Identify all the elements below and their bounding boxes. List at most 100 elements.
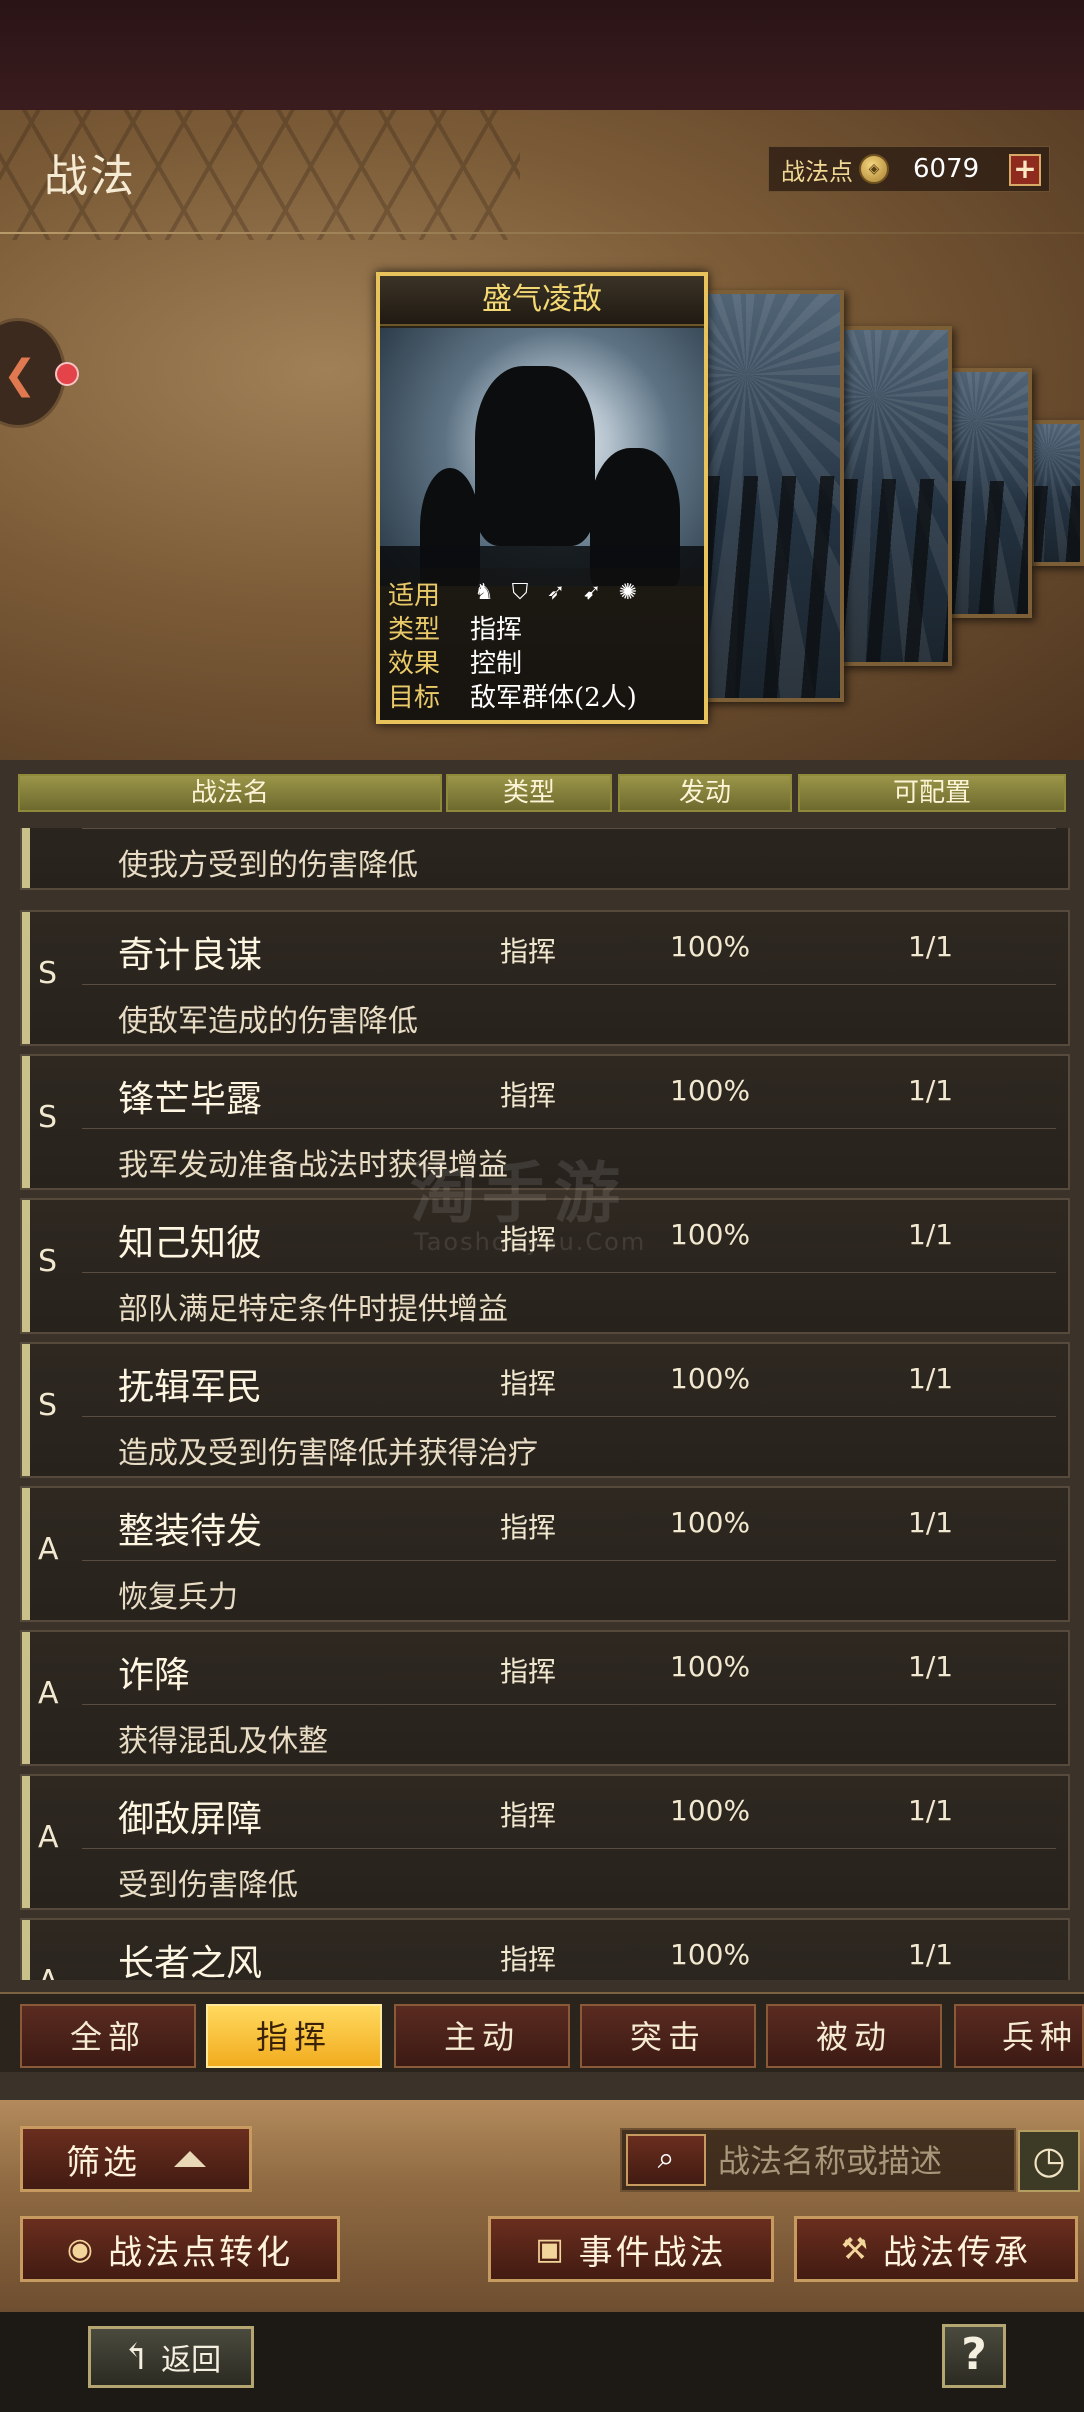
skill-name: 抚辑军民	[118, 1367, 263, 1408]
skill-rate: 100%	[670, 1218, 751, 1251]
skill-type: 指挥	[500, 1511, 557, 1544]
skill-card-carousel[interactable]: 盛气凌敌 适用 ♞ ⛉ ➶ ➹ ✺ 类型 指挥 效果 控制 目标 敌军群体(2人…	[370, 272, 1084, 732]
hero-area: 战法 战法点 ◈ 6079 + ❮ 盛气凌敌 适用 ♞ ⛉ ➶ ➹ ✺ 类型 指…	[0, 110, 1084, 760]
header-divider	[0, 232, 1084, 234]
grade-label: A	[38, 1532, 59, 1567]
skill-description: 受到伤害降低	[118, 1868, 298, 1903]
skill-row[interactable]: S 抚辑军民 指挥 100% 1/1 造成及受到伤害降低并获得治疗	[20, 1342, 1070, 1478]
wheel-icon: ✺	[618, 580, 638, 605]
skill-description: 获得混乱及休整	[118, 1724, 328, 1759]
skill-description: 使敌军造成的伤害降低	[118, 1004, 418, 1039]
skill-name: 御敌屏障	[118, 1799, 263, 1840]
featured-skill-card[interactable]: 盛气凌敌 适用 ♞ ⛉ ➶ ➹ ✺ 类型 指挥 效果 控制 目标 敌军群体(2人…	[376, 272, 708, 724]
skill-rate: 100%	[670, 930, 751, 963]
tab-troop-type[interactable]: 兵种	[954, 2004, 1084, 2068]
skill-rate: 100%	[670, 1362, 751, 1395]
skill-rate: 100%	[670, 1938, 751, 1971]
skill-slots: 1/1	[908, 1074, 954, 1107]
filter-label: 筛选	[66, 2142, 140, 2183]
skill-row[interactable]: S 奇计良谋 指挥 100% 1/1 使敌军造成的伤害降低	[20, 910, 1070, 1046]
convert-points-button[interactable]: ◉ 战法点转化	[20, 2216, 340, 2282]
search-icon[interactable]: ⌕	[626, 2134, 706, 2186]
skill-row[interactable]: A 诈降 指挥 100% 1/1 获得混乱及休整	[20, 1630, 1070, 1766]
skill-name: 锋芒毕露	[118, 1079, 263, 1120]
grade-label: A	[38, 1676, 59, 1711]
column-header-type[interactable]: 类型	[446, 774, 612, 812]
scroll-icon: ▣	[535, 2231, 567, 2267]
target-label: 目标	[388, 682, 441, 713]
cavalry-icon: ♞	[474, 580, 494, 605]
skill-type: 指挥	[500, 1655, 557, 1688]
skill-row[interactable]: A 长者之风 指挥 100% 1/1	[20, 1918, 1070, 1980]
skill-row[interactable]: S 使我方受到的伤害降低	[20, 828, 1070, 890]
grade-label: S	[38, 1244, 58, 1279]
skill-row[interactable]: A 御敌屏障 指挥 100% 1/1 受到伤害降低	[20, 1774, 1070, 1910]
skill-description: 部队满足特定条件时提供增益	[118, 1292, 508, 1327]
points-value: 6079	[913, 154, 980, 184]
skill-type: 指挥	[500, 1079, 557, 1112]
column-header-trigger[interactable]: 发动	[618, 774, 792, 812]
watermark: 淘手游	[410, 1155, 626, 1232]
card-info: 适用 ♞ ⛉ ➶ ➹ ✺ 类型 指挥 效果 控制 目标 敌军群体(2人)	[380, 568, 704, 720]
carousel-card[interactable]	[1030, 420, 1084, 566]
card-artwork	[380, 328, 704, 586]
skill-type: 指挥	[500, 935, 557, 968]
skill-name: 奇计良谋	[118, 935, 263, 976]
status-strip	[0, 0, 1084, 110]
skill-slots: 1/1	[908, 930, 954, 963]
skill-slots: 1/1	[908, 1362, 954, 1395]
skill-name: 知己知彼	[118, 1223, 263, 1264]
tab-command[interactable]: 指挥	[206, 2004, 382, 2068]
skill-type: 指挥	[500, 1943, 557, 1976]
column-header-name[interactable]: 战法名	[18, 774, 442, 812]
points-label: 战法点	[781, 157, 853, 186]
skill-slots: 1/1	[908, 1938, 954, 1971]
skill-points-box: 战法点 ◈ 6079 +	[768, 146, 1050, 192]
back-label: 返回	[161, 2343, 222, 2378]
hammer-icon: ⚒	[841, 2231, 871, 2267]
coin-icon: ◉	[66, 2231, 97, 2267]
skill-type: 指挥	[500, 1367, 557, 1400]
event-skills-button[interactable]: ▣ 事件战法	[488, 2216, 774, 2282]
applicable-label: 适用	[388, 580, 441, 611]
inherit-label: 战法传承	[882, 2232, 1031, 2273]
carousel-card[interactable]	[948, 368, 1032, 618]
effect-value: 控制	[470, 648, 523, 679]
tab-assault[interactable]: 突击	[580, 2004, 756, 2068]
history-clock-icon[interactable]: ◷	[1018, 2130, 1080, 2192]
skill-slots: 1/1	[908, 1650, 954, 1683]
grade-label: S	[38, 828, 57, 835]
skill-name: 长者之风	[118, 1943, 263, 1980]
shield-icon: ⛉	[511, 580, 529, 605]
grade-label: S	[38, 1388, 58, 1423]
page-title: 战法	[44, 151, 136, 202]
back-arrow-icon: ↰	[120, 2336, 152, 2378]
filter-button[interactable]: 筛选	[20, 2126, 252, 2192]
carousel-card[interactable]	[840, 326, 952, 666]
skill-rate: 100%	[670, 1506, 751, 1539]
bow-icon: ➶	[546, 580, 566, 605]
type-label: 类型	[388, 614, 441, 645]
carousel-card[interactable]	[702, 290, 844, 702]
search-input[interactable]	[718, 2138, 1008, 2184]
coin-icon: ◈	[859, 154, 889, 184]
tab-all[interactable]: 全部	[20, 2004, 196, 2068]
add-points-button[interactable]: +	[1009, 154, 1041, 186]
grade-label: S	[38, 956, 58, 991]
skill-slots: 1/1	[908, 1506, 954, 1539]
search-box: ⌕	[620, 2128, 1016, 2192]
skill-name: 整装待发	[118, 1511, 263, 1552]
skill-name: 诈降	[118, 1655, 191, 1696]
column-header-configurable[interactable]: 可配置	[798, 774, 1066, 812]
inherit-skill-button[interactable]: ⚒ 战法传承	[794, 2216, 1078, 2282]
effect-label: 效果	[388, 648, 441, 679]
skill-row[interactable]: A 整装待发 指挥 100% 1/1 恢复兵力	[20, 1486, 1070, 1622]
skill-description: 造成及受到伤害降低并获得治疗	[118, 1436, 538, 1471]
back-button[interactable]: ↰ 返回	[88, 2326, 254, 2388]
skill-rate: 100%	[670, 1794, 751, 1827]
help-button[interactable]: ?	[942, 2324, 1006, 2388]
tab-passive[interactable]: 被动	[766, 2004, 942, 2068]
skill-list[interactable]: S 使我方受到的伤害降低 S 奇计良谋 指挥 100% 1/1 使敌军造成的伤害…	[20, 828, 1070, 1980]
caret-up-icon	[174, 2151, 206, 2167]
tab-active[interactable]: 主动	[394, 2004, 570, 2068]
